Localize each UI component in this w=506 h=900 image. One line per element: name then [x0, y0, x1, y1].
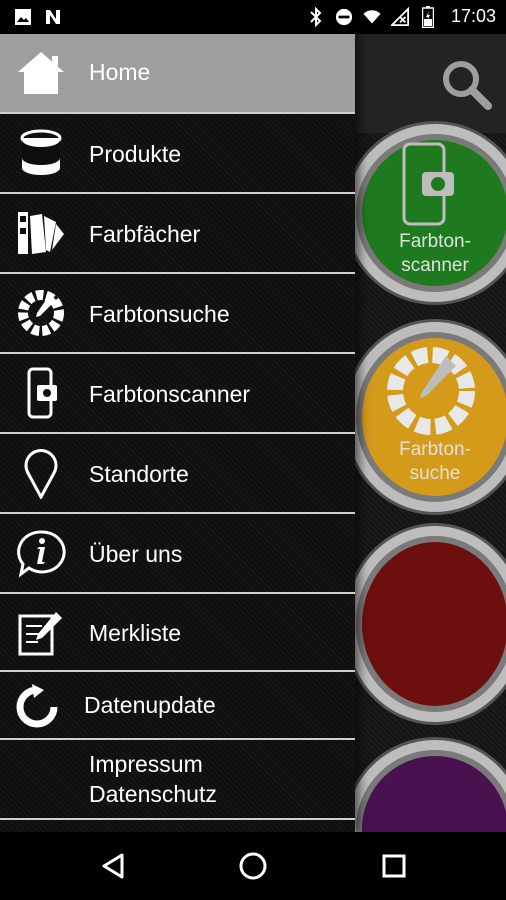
navigation-drawer: Home Produkte Farbfächer Farbtonsuche Fa…: [0, 34, 355, 832]
home-circle-icon[interactable]: [236, 849, 270, 883]
battery-charging-icon: [419, 5, 437, 28]
menu-label: Farbtonscanner: [89, 381, 251, 407]
menu-item-standorte[interactable]: Standorte: [0, 434, 355, 514]
color-wheel-icon: [14, 286, 68, 340]
menu-label: Merkliste: [89, 620, 182, 646]
menu-label: Über uns: [89, 541, 183, 567]
menu-label: Datenupdate: [84, 692, 216, 718]
search-icon[interactable]: [438, 56, 494, 112]
menu-item-farbfaecher[interactable]: Farbfächer: [0, 194, 355, 274]
notepad-pen-icon: [14, 606, 68, 660]
can-label-line1: Farbton-: [399, 231, 471, 252]
do-not-disturb-icon: [335, 7, 353, 27]
menu-item-ueber-uns[interactable]: Über uns: [0, 514, 355, 594]
refresh-icon: [10, 680, 64, 734]
menu-item-impressum-datenschutz[interactable]: Impressum Datenschutz: [0, 740, 355, 820]
paint-can-farbtonsuche[interactable]: Farbton- suche: [346, 322, 506, 512]
menu-item-farbtonscanner[interactable]: Farbtonscanner: [0, 354, 355, 434]
paint-can-farbtonscanner[interactable]: Farbton- scanner: [346, 124, 506, 302]
back-icon[interactable]: [96, 849, 130, 883]
color-wheel-icon: [387, 347, 475, 435]
menu-item-farbtonsuche[interactable]: Farbtonsuche: [0, 274, 355, 354]
can-label-line1: Farbton-: [399, 439, 471, 460]
info-bubble-icon: [14, 526, 68, 580]
location-pin-icon: [14, 446, 68, 500]
no-signal-icon: [390, 6, 409, 27]
menu-label: Home: [89, 59, 151, 85]
menu-item-datenupdate[interactable]: Datenupdate: [0, 672, 355, 740]
home-icon: [14, 46, 68, 100]
menu-label-line2: Datenschutz: [89, 781, 217, 807]
menu-label: Farbfächer: [89, 221, 201, 247]
image-icon: [14, 7, 32, 27]
menu-label: Standorte: [89, 461, 189, 487]
menu-item-merkliste[interactable]: Merkliste: [0, 594, 355, 672]
menu-label: Farbtonsuche: [89, 301, 230, 327]
menu-item-produkte[interactable]: Produkte: [0, 114, 355, 194]
status-bar: 17:03: [0, 0, 506, 34]
recents-icon[interactable]: [377, 849, 411, 883]
phone-camera-icon: [402, 142, 454, 226]
n-icon: [44, 7, 62, 27]
paint-can-red[interactable]: [346, 526, 506, 722]
color-fan-icon: [14, 206, 68, 260]
wifi-icon: [363, 7, 381, 27]
can-label-line2: scanner: [401, 255, 469, 276]
bluetooth-icon: [307, 6, 325, 27]
phone-camera-icon: [14, 366, 68, 420]
can-label-line2: suche: [409, 463, 461, 484]
clock: 17:03: [450, 6, 496, 26]
menu-label: Impressum Datenschutz: [89, 749, 217, 809]
menu-item-home[interactable]: Home: [0, 34, 355, 114]
paint-bucket-icon: [14, 126, 68, 180]
system-navigation-bar: [0, 832, 506, 900]
menu-label-line1: Impressum: [89, 751, 203, 777]
menu-label: Produkte: [89, 141, 182, 167]
